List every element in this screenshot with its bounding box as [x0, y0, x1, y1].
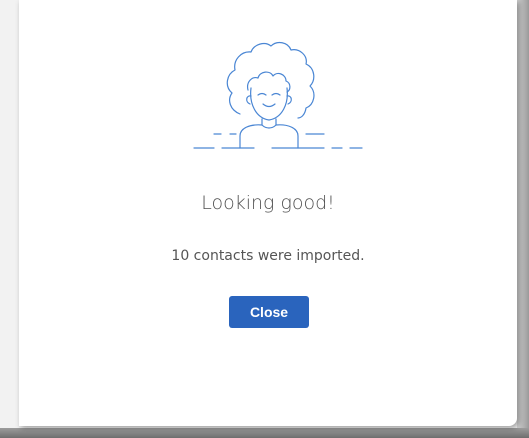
- import-status-message: 10 contacts were imported.: [171, 248, 365, 264]
- window-shadow-right: [517, 0, 529, 438]
- close-button[interactable]: Close: [229, 296, 309, 328]
- import-result-dialog: Looking good! 10 contacts were imported.…: [19, 0, 517, 426]
- left-gutter: [0, 0, 19, 438]
- smiling-person-icon: [193, 41, 363, 149]
- window-shadow-bottom: [0, 428, 529, 438]
- dialog-title: Looking good!: [201, 192, 335, 214]
